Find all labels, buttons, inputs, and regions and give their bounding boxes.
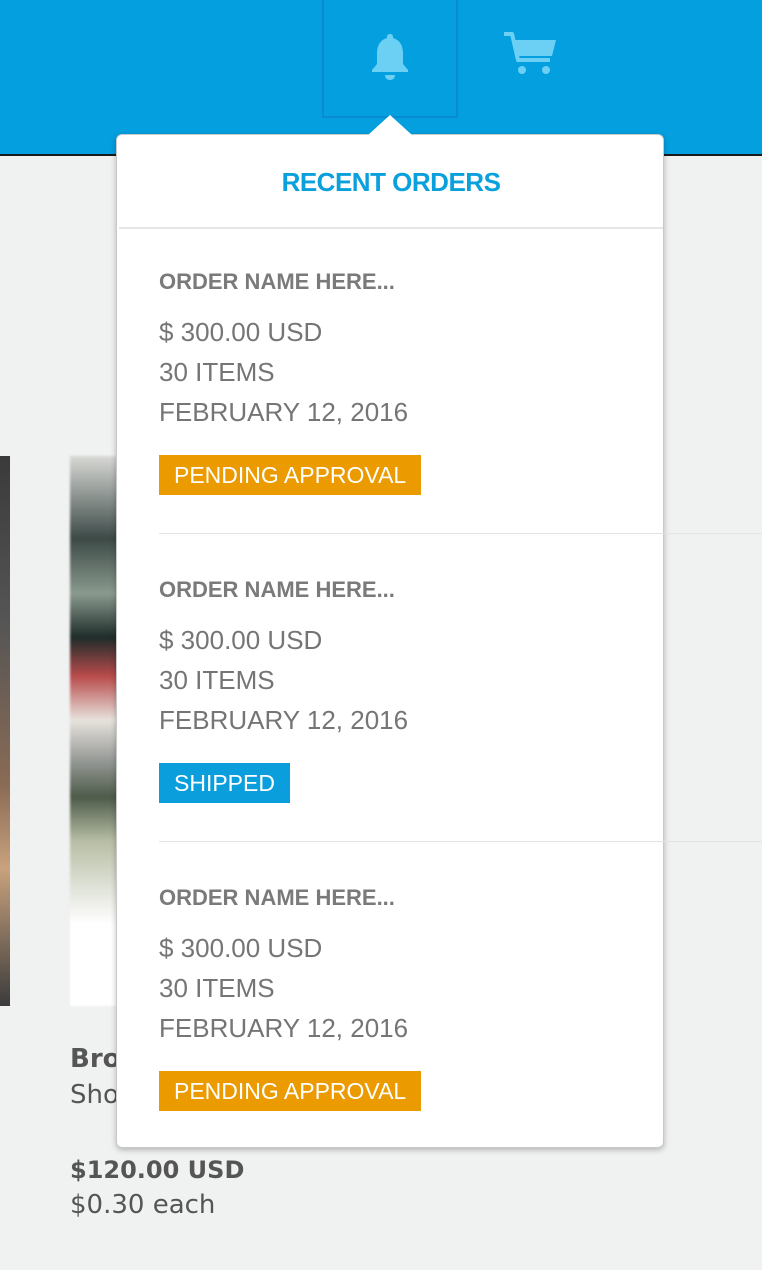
order-date: FEBRUARY 12, 2016	[159, 705, 409, 735]
order-amount: $ 300.00 USD	[159, 625, 323, 655]
order-name[interactable]: ORDER NAME HERE...	[159, 269, 395, 295]
order-items-count: 30 ITEMS	[159, 665, 275, 695]
notifications-button[interactable]	[322, 0, 458, 118]
cart-button[interactable]	[494, 24, 566, 88]
product-image-left	[0, 456, 10, 1006]
order-name[interactable]: ORDER NAME HERE...	[159, 577, 395, 603]
product-subtitle: Sho	[70, 1080, 119, 1110]
product-name[interactable]: Bro	[70, 1044, 121, 1074]
order-divider	[159, 533, 762, 534]
recent-orders-dropdown: RECENT ORDERS ORDER NAME HERE... $ 300.0…	[116, 134, 762, 1148]
status-badge: PENDING APPROVAL	[159, 455, 422, 495]
dropdown-title: RECENT ORDERS	[281, 167, 501, 197]
order-date: FEBRUARY 12, 2016	[159, 397, 409, 427]
dropdown-caret	[368, 115, 412, 135]
product-price: $120.00 USD	[70, 1156, 245, 1184]
order-date: FEBRUARY 12, 2016	[159, 1013, 409, 1043]
order-name[interactable]: ORDER NAME HERE...	[159, 885, 395, 911]
order-amount: $ 300.00 USD	[159, 317, 323, 347]
order-items-count: 30 ITEMS	[159, 357, 275, 387]
product-unit-price: $0.30 each	[70, 1190, 216, 1220]
divider	[119, 227, 663, 229]
status-badge: SHIPPED	[159, 763, 290, 803]
cart-icon	[502, 30, 558, 83]
order-items-count: 30 ITEMS	[159, 973, 275, 1003]
bell-icon	[366, 30, 414, 87]
order-divider	[159, 841, 762, 842]
order-amount: $ 300.00 USD	[159, 933, 323, 963]
status-badge: PENDING APPROVAL	[159, 1071, 422, 1111]
